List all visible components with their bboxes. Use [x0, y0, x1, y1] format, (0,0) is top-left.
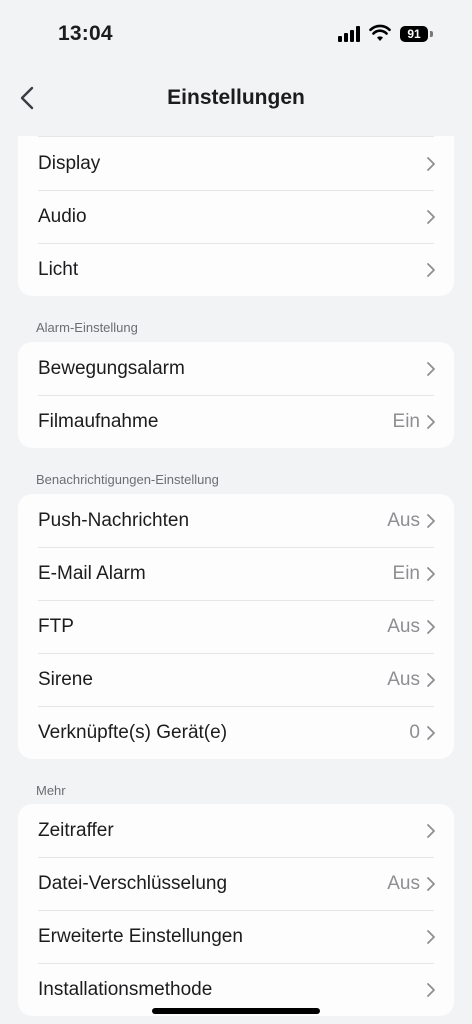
row-value: Aus [387, 669, 420, 690]
row-value: Ein [392, 411, 420, 432]
row-label: FTP [38, 616, 74, 637]
row-label: Filmaufnahme [38, 411, 159, 432]
row-value: Aus [387, 616, 420, 637]
row-display[interactable]: Display [18, 137, 454, 190]
row-label: Licht [38, 259, 79, 280]
row-datei-verschluesselung[interactable]: Datei-Verschlüsselung Aus [18, 857, 454, 910]
home-indicator [152, 1008, 320, 1014]
settings-group-alarm: Bewegungsalarm Filmaufnahme Ein [18, 342, 454, 448]
row-filmaufnahme[interactable]: Filmaufnahme Ein [18, 395, 454, 448]
chevron-right-icon [427, 983, 435, 997]
section-header-notifications: Benachrichtigungen-Einstellung [36, 472, 219, 487]
row-bewegungsalarm[interactable]: Bewegungsalarm [18, 342, 454, 395]
section-header-alarm: Alarm-Einstellung [36, 320, 138, 335]
row-sirene[interactable]: Sirene Aus [18, 653, 454, 706]
chevron-right-icon [427, 620, 435, 634]
wifi-icon [369, 24, 391, 41]
row-ftp[interactable]: FTP Aus [18, 600, 454, 653]
page-title: Einstellungen [167, 86, 305, 109]
chevron-right-icon [427, 567, 435, 581]
chevron-right-icon [427, 726, 435, 740]
row-value: Aus [387, 510, 420, 531]
chevron-right-icon [427, 210, 435, 224]
chevron-right-icon [427, 157, 435, 171]
settings-group-notifications: Push-Nachrichten Aus E-Mail Alarm Ein FT… [18, 494, 454, 759]
row-linked-devices[interactable]: Verknüpfte(s) Gerät(e) 0 [18, 706, 454, 759]
row-label: Bewegungsalarm [38, 358, 185, 379]
row-label: Datei-Verschlüsselung [38, 873, 228, 894]
cellular-signal-icon [338, 26, 362, 42]
row-zeitraffer[interactable]: Zeitraffer [18, 804, 454, 857]
row-erweiterte-einstellungen[interactable]: Erweiterte Einstellungen [18, 910, 454, 963]
status-bar: 13:04 91 [0, 0, 472, 70]
navigation-bar: Einstellungen [0, 70, 472, 126]
battery-icon: 91 [400, 26, 428, 42]
chevron-right-icon [427, 263, 435, 277]
chevron-right-icon [427, 673, 435, 687]
battery-cap [430, 31, 433, 37]
chevron-right-icon [427, 514, 435, 528]
row-label: Erweiterte Einstellungen [38, 926, 243, 947]
chevron-right-icon [427, 415, 435, 429]
row-label: Zeitraffer [38, 820, 114, 841]
row-label: Verknüpfte(s) Gerät(e) [38, 722, 228, 743]
row-label: E-Mail Alarm [38, 563, 146, 584]
chevron-right-icon [427, 824, 435, 838]
row-label: Push-Nachrichten [38, 510, 190, 531]
row-label: Display [38, 153, 101, 174]
row-value: 0 [409, 722, 420, 743]
settings-group-more: Zeitraffer Datei-Verschlüsselung Aus Erw… [18, 804, 454, 1016]
chevron-right-icon [427, 930, 435, 944]
row-value: Ein [392, 563, 420, 584]
status-time: 13:04 [58, 22, 113, 45]
row-value: Aus [387, 873, 420, 894]
row-email-alarm[interactable]: E-Mail Alarm Ein [18, 547, 454, 600]
settings-group-device: Display Audio Licht [18, 136, 454, 296]
row-label: Installationsmethode [38, 979, 213, 1000]
row-licht[interactable]: Licht [18, 243, 454, 296]
chevron-right-icon [427, 362, 435, 376]
row-label: Sirene [38, 669, 93, 690]
section-header-more: Mehr [36, 783, 66, 798]
row-audio[interactable]: Audio [18, 190, 454, 243]
row-label: Audio [38, 206, 87, 227]
row-push-nachrichten[interactable]: Push-Nachrichten Aus [18, 494, 454, 547]
chevron-right-icon [427, 877, 435, 891]
